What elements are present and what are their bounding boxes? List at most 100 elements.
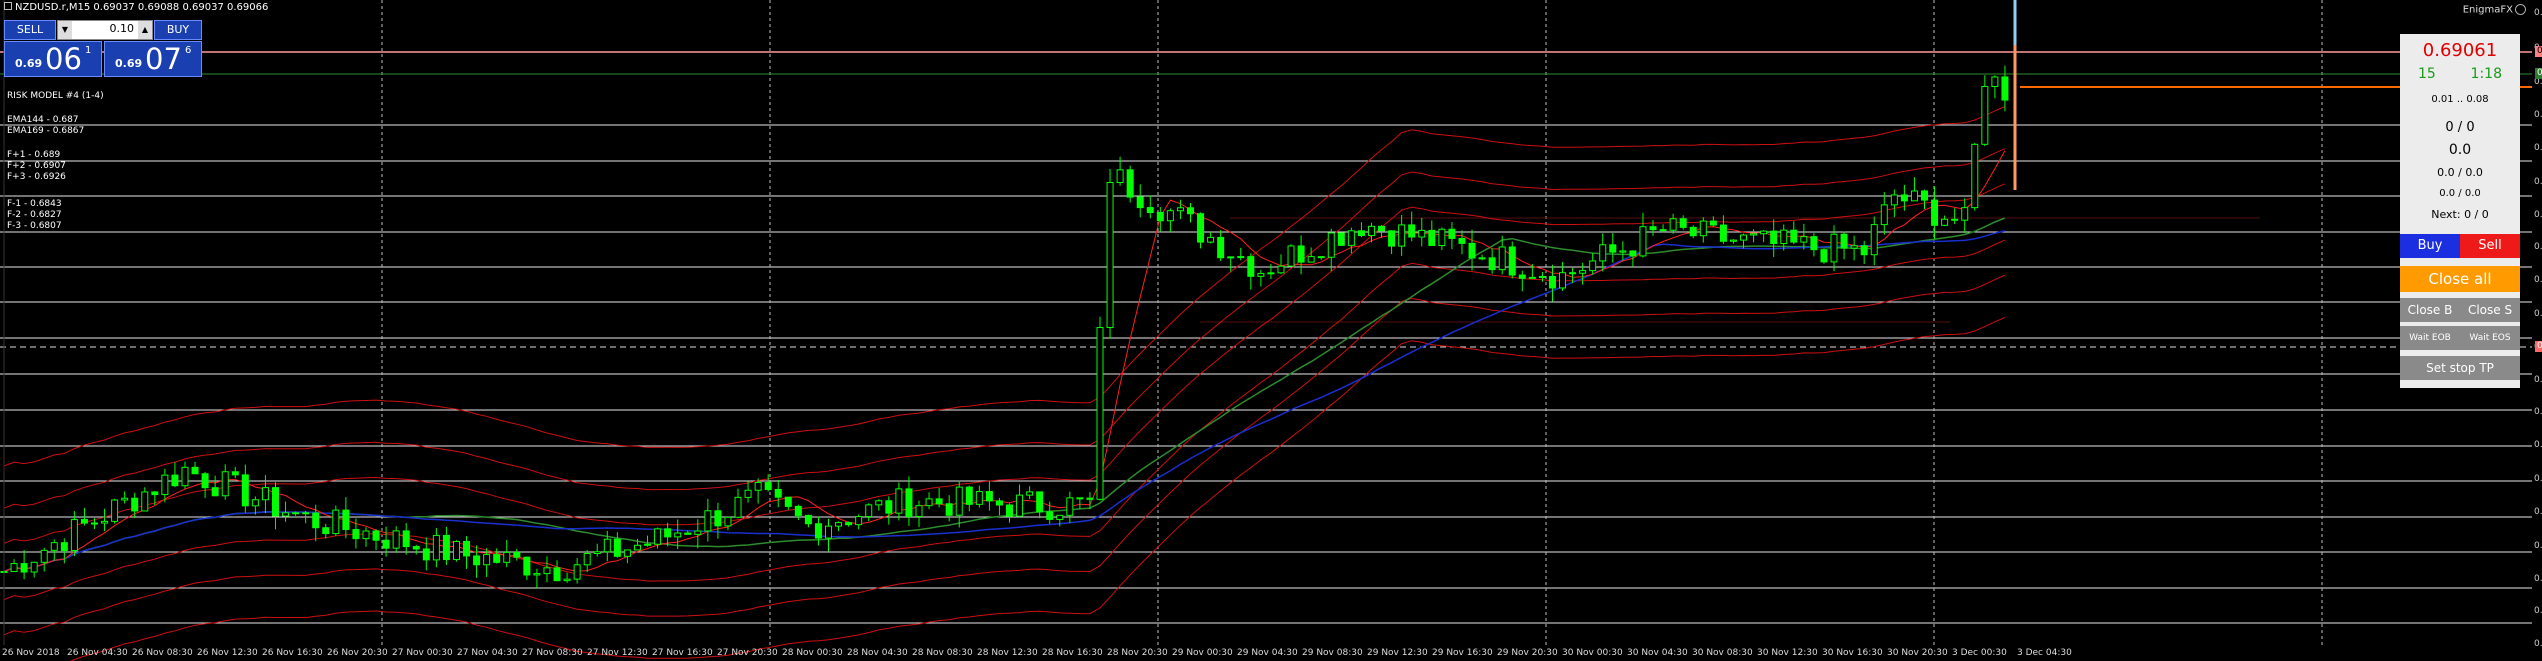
candle-body xyxy=(905,488,913,517)
candle-body xyxy=(814,523,822,539)
candle-body xyxy=(40,549,48,563)
candle-body xyxy=(111,499,119,522)
envelope-band xyxy=(3,274,2006,636)
panel-wait-eos-button[interactable]: Wait EOS xyxy=(2460,326,2520,350)
ema169-line xyxy=(3,230,2006,573)
candle-body xyxy=(1810,236,1818,251)
candle-body xyxy=(714,510,722,527)
fib-minus2-label: F-2 - 0.6827 xyxy=(7,210,62,220)
candle-body xyxy=(704,510,712,532)
candle-body xyxy=(1518,274,1526,279)
candle-body xyxy=(1307,256,1315,263)
envelope-band xyxy=(3,239,2006,601)
candle-body xyxy=(1076,497,1084,500)
candle-body xyxy=(804,514,812,525)
candle-body xyxy=(1961,207,1969,221)
ask-price-button[interactable]: 0.69 07 6 xyxy=(104,41,202,77)
time-tick-label: 29 Nov 08:30 xyxy=(1302,648,1363,658)
time-tick-label: 29 Nov 20:30 xyxy=(1497,648,1558,658)
bid-price-button[interactable]: 0.69 06 1 xyxy=(4,41,102,77)
panel-close-all-button[interactable]: Close all xyxy=(2400,266,2520,292)
candle-body xyxy=(1418,229,1426,238)
lot-increase-icon[interactable]: ▲ xyxy=(138,21,152,39)
candle-body xyxy=(855,516,863,526)
candle-body xyxy=(1538,275,1546,278)
lot-decrease-icon[interactable]: ▼ xyxy=(58,21,72,39)
panel-values-a: 0.0 / 0.0 xyxy=(2437,166,2483,179)
ema144-line xyxy=(3,217,2006,573)
candle-body xyxy=(724,516,732,527)
candle-body xyxy=(1740,234,1748,241)
time-tick-label: 26 Nov 04:30 xyxy=(67,648,128,658)
time-tick-label: 29 Nov 04:30 xyxy=(1237,648,1298,658)
candle-body xyxy=(251,499,259,507)
candle-body xyxy=(754,482,762,491)
fib-minus1-label: F-1 - 0.6843 xyxy=(7,199,62,209)
envelope-band xyxy=(70,316,2006,661)
candle-body xyxy=(1991,76,1999,87)
candle-body xyxy=(161,474,169,496)
price-tick-label: 0.68910 xyxy=(2534,143,2542,154)
oct-sell-button[interactable]: SELL xyxy=(4,20,56,40)
candle-body xyxy=(764,482,772,490)
lot-size-field[interactable]: ▼ 0.10 ▲ xyxy=(57,20,153,40)
time-tick-label: 27 Nov 04:30 xyxy=(457,648,518,658)
ema144-label: EMA144 - 0.687 xyxy=(7,115,79,125)
time-tick-label: 26 Nov 20:30 xyxy=(327,648,388,658)
time-tick-label: 28 Nov 12:30 xyxy=(977,648,1038,658)
candle-body xyxy=(2001,76,2009,101)
candle-body xyxy=(302,512,310,515)
panel-buy-button[interactable]: Buy xyxy=(2400,234,2460,258)
candle-body xyxy=(1458,237,1466,244)
candle-body xyxy=(121,497,129,501)
candle-body xyxy=(1237,256,1245,259)
candle-body xyxy=(774,488,782,498)
candle-body xyxy=(1408,224,1416,238)
price-tick-label: 0.67595 xyxy=(2534,605,2542,616)
candle-body xyxy=(1589,260,1597,272)
panel-close-sells-button[interactable]: Close S xyxy=(2460,298,2520,322)
candle-body xyxy=(20,563,28,573)
candle-body xyxy=(1096,326,1104,500)
panel-close-buys-button[interactable]: Close B xyxy=(2400,298,2460,322)
time-tick-label: 27 Nov 08:30 xyxy=(522,648,583,658)
risk-model-label: RISK MODEL #4 (1-4) xyxy=(7,91,104,101)
candle-body xyxy=(463,540,471,557)
price-tick-label: 0.67970 xyxy=(2534,473,2542,484)
time-tick-label: 30 Nov 08:30 xyxy=(1692,648,1753,658)
panel-wait-eob-button[interactable]: Wait EOB xyxy=(2400,326,2460,350)
candle-body xyxy=(1931,199,1939,226)
candle-body xyxy=(181,466,189,487)
time-tick-label: 28 Nov 08:30 xyxy=(912,648,973,658)
panel-left-stat: 15 xyxy=(2418,66,2436,82)
trade-manager-panel: 0.69061 15 1:18 0.01 .. 0.08 0 / 0 0.0 0… xyxy=(2400,34,2520,388)
candle-body xyxy=(141,491,149,512)
time-tick-label: 30 Nov 12:30 xyxy=(1757,648,1818,658)
fib-plus3-label: F+3 - 0.6926 xyxy=(7,172,66,182)
candle-body xyxy=(171,474,179,487)
candle-body xyxy=(1780,229,1788,245)
panel-set-stop-tp-button[interactable]: Set stop TP xyxy=(2400,356,2520,380)
candle-body xyxy=(1689,226,1697,237)
candle-body xyxy=(1247,256,1255,277)
candle-body xyxy=(784,496,792,507)
lot-value[interactable]: 0.10 xyxy=(110,22,135,35)
price-tick-label: 0.68065 xyxy=(2534,440,2542,451)
ema169-label: EMA169 - 0.6867 xyxy=(7,126,85,136)
chart-title: NZDUSD.r,M15 0.69037 0.69088 0.69037 0.6… xyxy=(4,2,268,13)
panel-sell-button[interactable]: Sell xyxy=(2460,234,2520,258)
candle-body xyxy=(633,544,641,551)
candle-body xyxy=(422,548,430,561)
fib-plus2-label: F+2 - 0.6907 xyxy=(7,161,66,171)
fib-plus1-label: F+1 - 0.689 xyxy=(7,150,61,160)
candle-body xyxy=(613,538,621,557)
candle-body xyxy=(1548,275,1556,289)
oct-buy-button[interactable]: BUY xyxy=(154,20,202,40)
candle-body xyxy=(593,551,601,555)
candle-body xyxy=(372,530,380,541)
candle-body xyxy=(1287,245,1295,267)
price-chart[interactable] xyxy=(0,0,2542,661)
candle-body xyxy=(1508,246,1516,276)
envelope-band xyxy=(3,106,2006,467)
candle-body xyxy=(744,489,752,498)
